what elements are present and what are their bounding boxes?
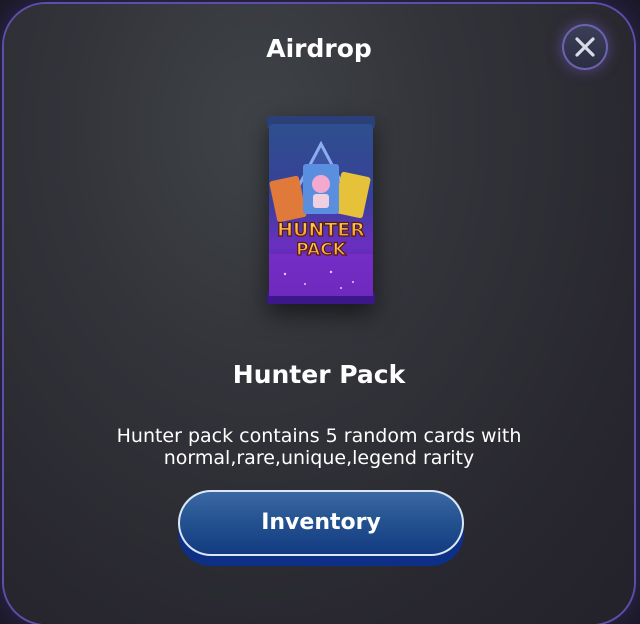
close-icon <box>575 37 595 57</box>
hunter-pack-image: HUNTER PACK <box>265 114 377 306</box>
close-button[interactable] <box>562 24 608 70</box>
modal-title: Airdrop <box>266 34 372 63</box>
item-description: Hunter pack contains 5 random cards with… <box>116 425 522 469</box>
item-name: Hunter Pack <box>232 360 406 389</box>
pack-logo-pack: PACK <box>296 240 347 260</box>
airdrop-modal: Airdrop HUNTER PACK Hunter Pack Hunter p… <box>4 4 634 624</box>
inventory-button[interactable]: Inventory <box>178 490 464 556</box>
pack-logo-hunter: HUNTER <box>277 219 365 241</box>
